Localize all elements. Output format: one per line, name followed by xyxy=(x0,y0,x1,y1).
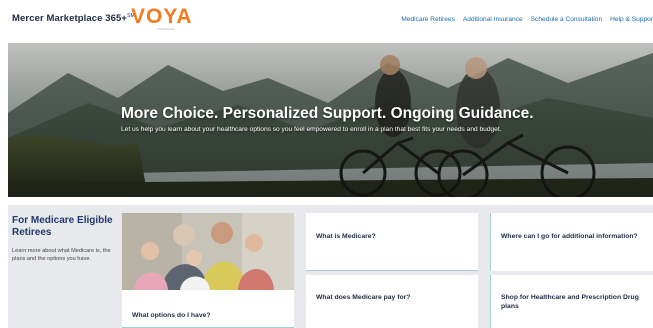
card-label-shop: Shop for Healthcare and Prescription Dru… xyxy=(501,294,639,310)
family-photo xyxy=(122,213,294,290)
card-label-options: What options do I have? xyxy=(132,312,211,319)
card-label-what-is: What is Medicare? xyxy=(316,233,376,240)
site-header: Mercer Marketplace 365+SM VOYA FINANCIAL… xyxy=(0,0,653,42)
hero-subtitle: Let us help you learn about your healthc… xyxy=(121,126,502,133)
nav-medicare-retirees[interactable]: Medicare Retirees xyxy=(401,16,455,23)
card-additional-information[interactable]: Where can I go for additional informatio… xyxy=(490,213,653,271)
brand-text: Mercer Marketplace 365+ xyxy=(12,13,128,25)
nav-schedule-consultation[interactable]: Schedule a Consultation xyxy=(531,16,602,23)
top-nav: Medicare Retirees Additional Insurance Sch… xyxy=(393,16,653,28)
voya-logo-text: VOYA xyxy=(131,5,193,28)
card-medicare-pay[interactable]: What does Medicare pay for? xyxy=(306,275,478,328)
nav-additional-insurance[interactable]: Additional Insurance xyxy=(463,16,523,23)
nav-help-support[interactable]: Help & Suppor xyxy=(610,16,653,23)
retirees-section: For Medicare Eligible Retirees Learn mor… xyxy=(8,205,653,328)
card-label-where: Where can I go for additional informatio… xyxy=(501,233,638,240)
hero-title: More Choice. Personalized Support. Ongoi… xyxy=(121,105,534,122)
voya-logo-subtext: FINANCIAL xyxy=(157,27,176,31)
section-description: Learn more about what Medicare is, the p… xyxy=(12,248,111,262)
hero-banner: More Choice. Personalized Support. Ongoi… xyxy=(8,43,653,197)
brand-name[interactable]: Mercer Marketplace 365+SM xyxy=(12,13,135,24)
section-title: For Medicare Eligible Retirees xyxy=(12,215,113,238)
card-what-options[interactable]: What options do I have? xyxy=(122,213,294,328)
card-label-pays: What does Medicare pay for? xyxy=(316,294,411,301)
card-shop-plans[interactable]: Shop for Healthcare and Prescription Dru… xyxy=(490,275,653,328)
card-what-is-medicare[interactable]: What is Medicare? xyxy=(306,213,478,271)
voya-logo[interactable]: VOYA FINANCIAL xyxy=(131,5,193,32)
